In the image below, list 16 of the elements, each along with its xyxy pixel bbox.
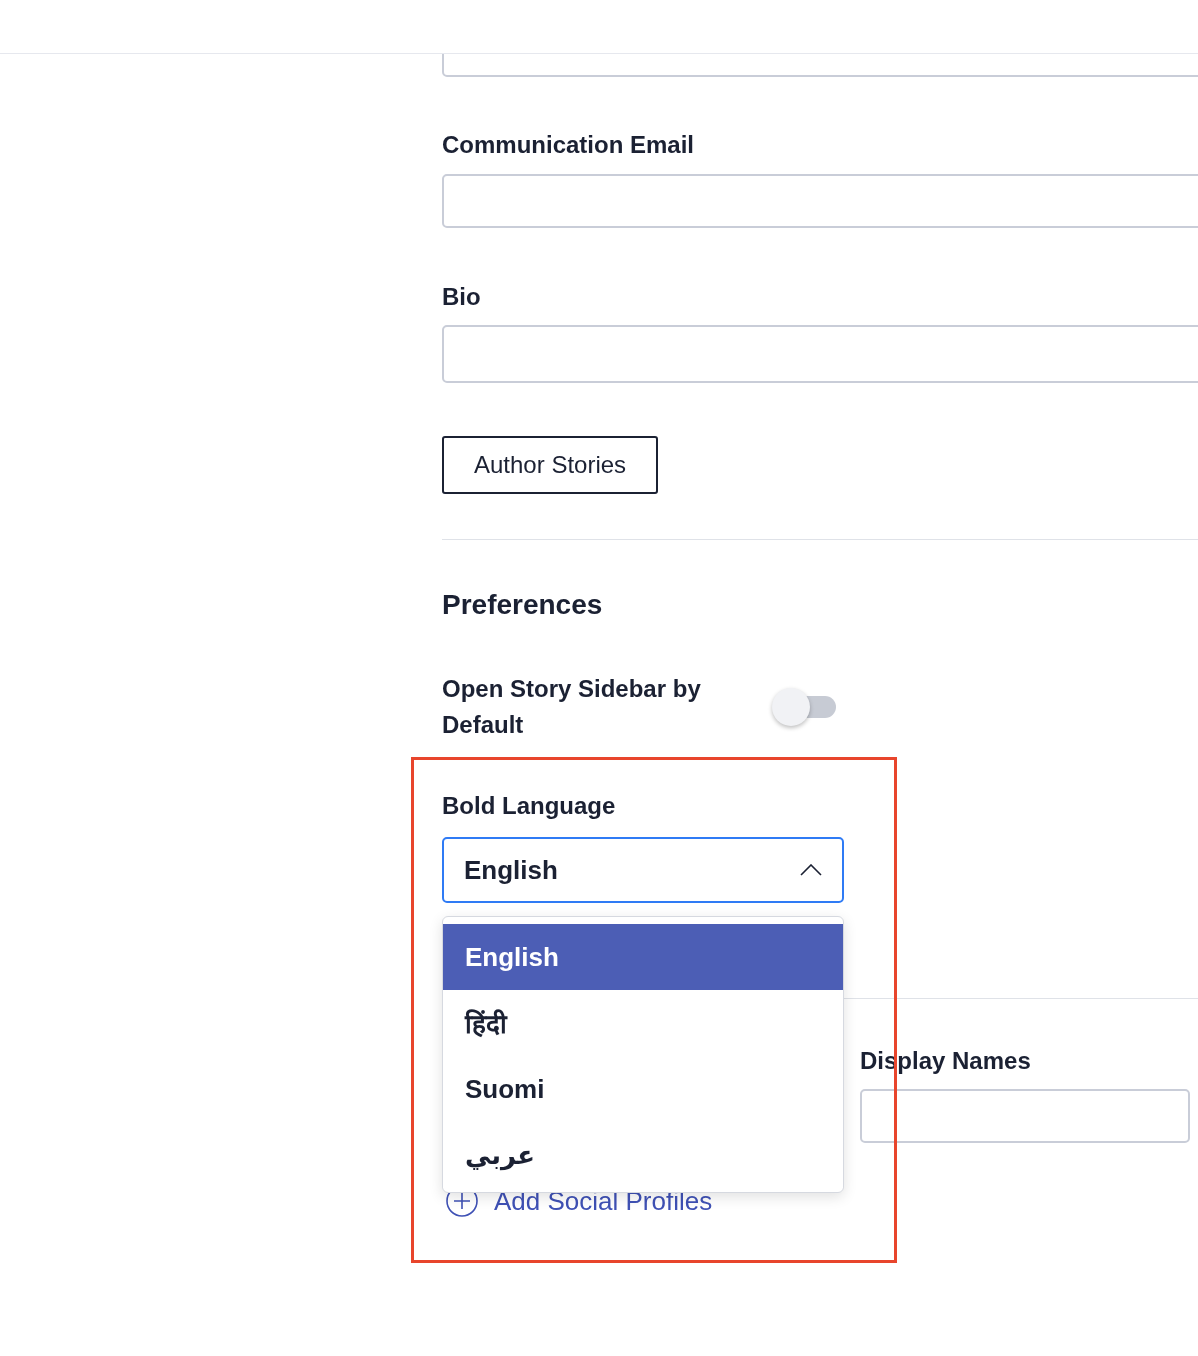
dropdown-option[interactable]: English xyxy=(443,924,843,990)
dropdown-option[interactable]: عربي xyxy=(443,1122,843,1188)
dropdown-option[interactable]: हिंदी xyxy=(443,990,843,1056)
toggle-switch[interactable] xyxy=(772,688,836,726)
display-names-input[interactable] xyxy=(860,1089,1190,1143)
chevron-up-icon xyxy=(800,864,822,876)
author-stories-button[interactable]: Author Stories xyxy=(442,436,659,494)
field-label: Bold Language xyxy=(442,791,616,820)
toggle-label: Open Story Sidebar by Default xyxy=(442,674,702,740)
email-input[interactable] xyxy=(442,174,1198,228)
bio-input[interactable] xyxy=(442,325,1198,383)
field-label: Bio xyxy=(442,282,481,311)
dropdown-option[interactable]: Suomi xyxy=(443,1056,843,1122)
language-select[interactable]: English xyxy=(442,837,844,903)
field-label: Communication Email xyxy=(442,130,695,159)
section-heading: Preferences xyxy=(442,588,603,622)
